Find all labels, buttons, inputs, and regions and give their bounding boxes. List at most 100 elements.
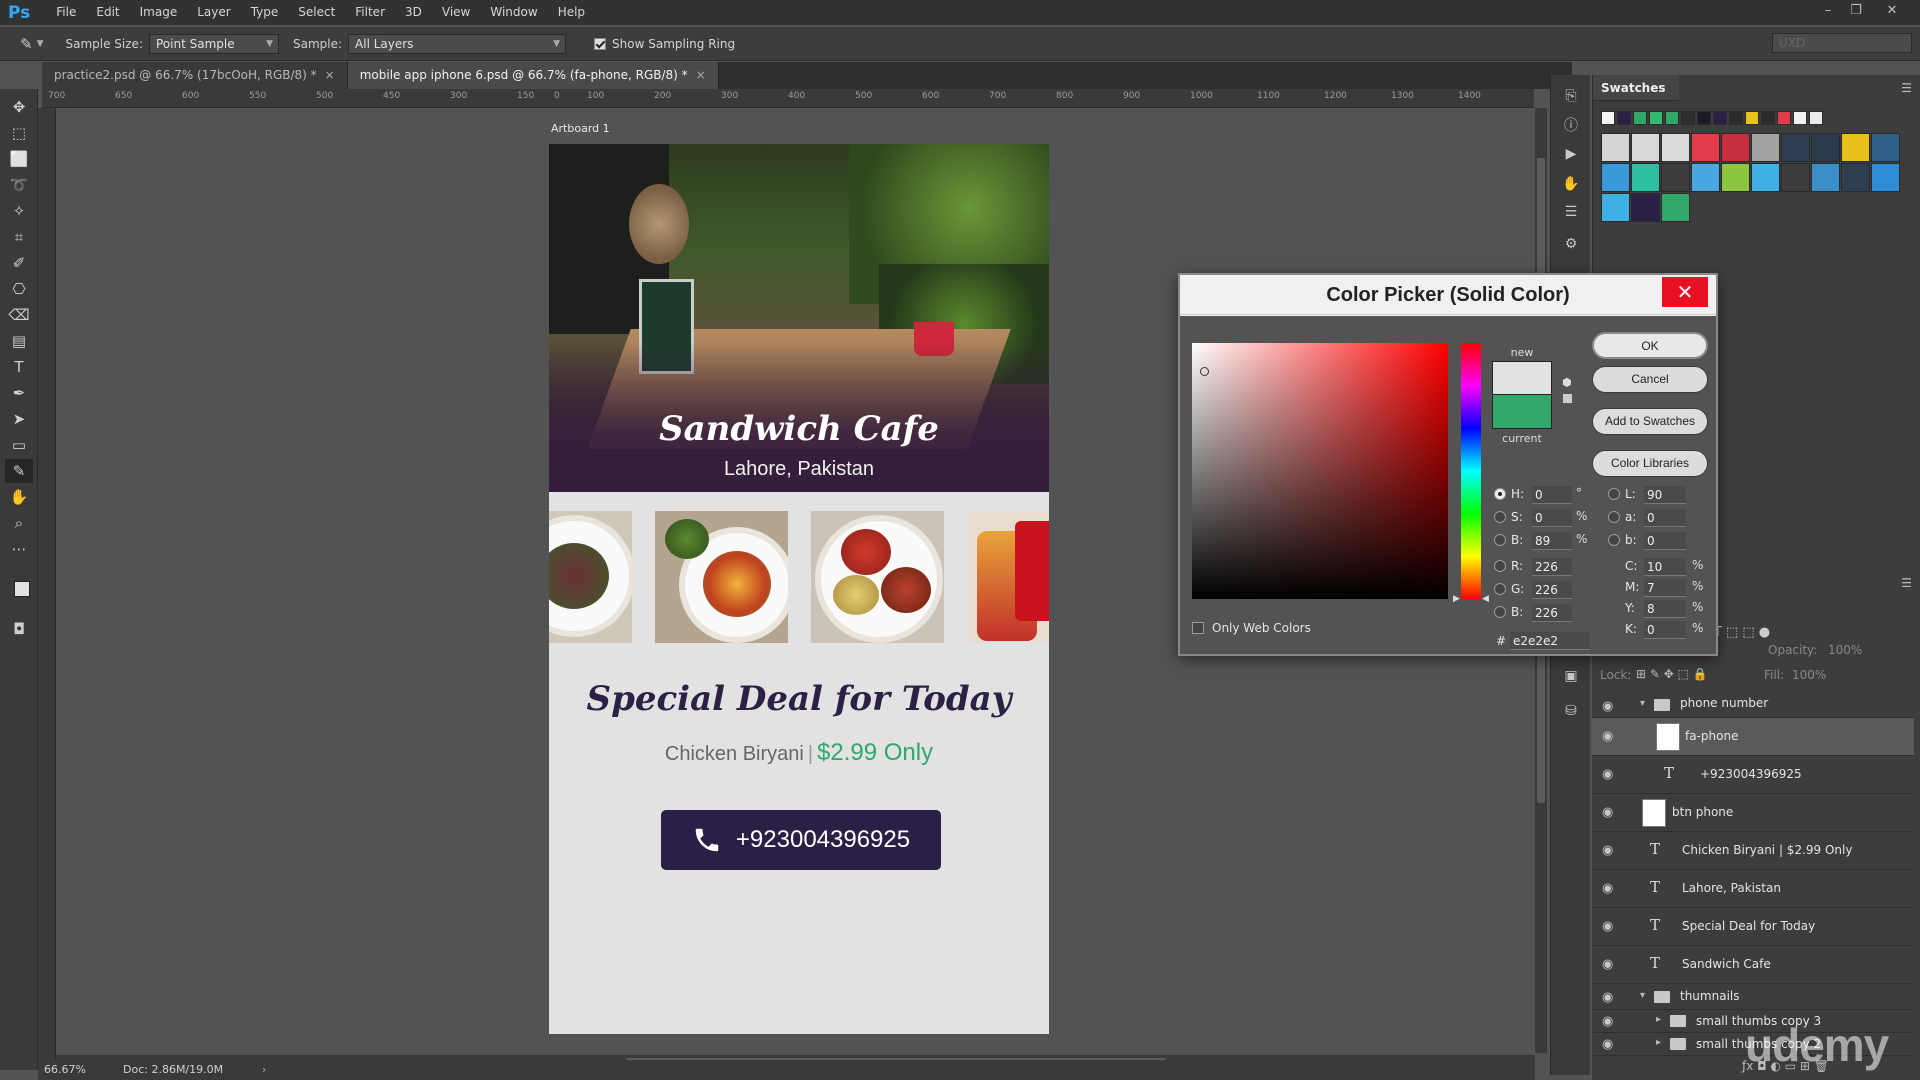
swatch[interactable] (1691, 163, 1720, 192)
swatch[interactable] (1631, 133, 1660, 162)
ok-button[interactable]: OK (1592, 332, 1708, 359)
eye-icon[interactable]: ◉ (1602, 805, 1618, 820)
menu-view[interactable]: View (432, 0, 480, 25)
b-channel-radio[interactable] (1608, 534, 1620, 546)
swatch[interactable] (1661, 193, 1690, 222)
move-tool-icon[interactable]: ✥ (5, 95, 33, 119)
red-radio[interactable] (1494, 560, 1506, 572)
menu-edit[interactable]: Edit (86, 0, 129, 25)
tab-mobile-app-iphone6[interactable]: mobile app iphone 6.psd @ 66.7% (fa-phon… (347, 62, 719, 89)
menu-file[interactable]: File (46, 0, 86, 25)
magic-wand-tool-icon[interactable]: ✧ (5, 199, 33, 223)
layer-chicken-biryani[interactable]: ◉ T Chicken Biryani | $2.99 Only (1592, 832, 1914, 870)
black-field[interactable]: 0 (1644, 621, 1686, 639)
swatch[interactable] (1729, 111, 1743, 125)
swatch[interactable] (1617, 111, 1631, 125)
swatch[interactable] (1721, 163, 1750, 192)
swatch[interactable] (1649, 111, 1663, 125)
swatch[interactable] (1661, 133, 1690, 162)
artboard[interactable]: Sandwich Cafe Lahore, Pakistan Special D… (549, 144, 1049, 1034)
color-field[interactable] (1192, 343, 1448, 599)
swatch[interactable] (1633, 111, 1647, 125)
brightness-field[interactable]: 89 (1532, 532, 1572, 550)
close-window-button[interactable]: ✕ (1878, 0, 1906, 22)
yellow-field[interactable]: 8 (1644, 600, 1686, 618)
layer-phone-number[interactable]: ◉ ▾ phone number (1592, 688, 1914, 718)
gradient-tool-icon[interactable]: ▤ (5, 329, 33, 353)
hex-field[interactable]: e2e2e2 (1510, 632, 1590, 650)
path-selection-tool-icon[interactable]: ➤ (5, 407, 33, 431)
swatch[interactable] (1809, 111, 1823, 125)
swatch[interactable] (1713, 111, 1727, 125)
hand-tool-icon[interactable]: ✋ (5, 485, 33, 509)
type-tool-icon[interactable]: T (5, 355, 33, 379)
panel-menu-icon[interactable]: ☰ (1901, 576, 1912, 590)
restore-window-button[interactable]: ❐ (1842, 0, 1870, 22)
fill-value[interactable]: 100% (1792, 668, 1826, 682)
shape-tool-icon[interactable]: ▭ (5, 433, 33, 457)
swatch[interactable] (1601, 193, 1630, 222)
libraries-icon[interactable]: ▣ (1559, 665, 1583, 687)
menu-window[interactable]: Window (480, 0, 547, 25)
add-to-swatches-button[interactable]: Add to Swatches (1592, 408, 1708, 435)
brush-presets-icon[interactable]: ✋ (1559, 173, 1583, 195)
eye-icon[interactable]: ◉ (1602, 957, 1618, 972)
a-channel-field[interactable]: 0 (1644, 509, 1686, 527)
menu-image[interactable]: Image (130, 0, 188, 25)
layer-sandwich-cafe[interactable]: ◉ T Sandwich Cafe (1592, 946, 1914, 984)
eyedropper-tool-icon[interactable]: ✎ (5, 459, 33, 483)
cyan-field[interactable]: 10 (1644, 558, 1686, 576)
info-icon[interactable]: ⓘ (1559, 115, 1583, 137)
lasso-tool-icon[interactable]: ➰ (5, 173, 33, 197)
a-channel-radio[interactable] (1608, 511, 1620, 523)
pen-tool-icon[interactable]: ✒ (5, 381, 33, 405)
actions-play-icon[interactable]: ▶ (1559, 143, 1583, 165)
channels-icon[interactable]: ⛁ (1559, 700, 1583, 722)
hue-slider-handle-left[interactable]: ▶ (1453, 594, 1460, 604)
chevron-down-icon[interactable]: ▾ (1640, 698, 1645, 709)
swatch[interactable] (1681, 111, 1695, 125)
swatch[interactable] (1601, 133, 1630, 162)
eye-icon[interactable]: ◉ (1602, 729, 1618, 744)
layer-lahore-pakistan[interactable]: ◉ T Lahore, Pakistan (1592, 870, 1914, 908)
eye-icon[interactable]: ◉ (1602, 699, 1618, 714)
blue-field[interactable]: 226 (1532, 604, 1572, 622)
swatch[interactable] (1811, 133, 1840, 162)
artboard-label[interactable]: Artboard 1 (551, 122, 610, 135)
eye-icon[interactable]: ◉ (1602, 1014, 1618, 1029)
clone-stamp-tool-icon[interactable]: ⎔ (5, 277, 33, 301)
current-color-swatch[interactable] (1492, 395, 1552, 429)
tab-practice2[interactable]: practice2.psd @ 66.7% (17bcOoH, RGB/8) *… (42, 62, 348, 89)
swatch[interactable] (1631, 193, 1660, 222)
marquee-tool-icon[interactable]: ⬜ (5, 147, 33, 171)
eye-icon[interactable]: ◉ (1602, 990, 1618, 1005)
swatch[interactable] (1781, 133, 1810, 162)
red-field[interactable]: 226 (1532, 558, 1572, 576)
tool-preset-chevron-icon[interactable]: ▼ (37, 39, 44, 49)
eye-icon[interactable]: ◉ (1602, 767, 1618, 782)
color-field-marker[interactable] (1200, 367, 1209, 376)
swatch[interactable] (1601, 111, 1615, 125)
eyedropper-tool-icon[interactable]: ✎ (20, 35, 33, 53)
zoom-tool-icon[interactable]: ⌕ (5, 511, 33, 535)
menu-select[interactable]: Select (288, 0, 345, 25)
eye-icon[interactable]: ◉ (1602, 1037, 1618, 1052)
green-radio[interactable] (1494, 583, 1506, 595)
swatch[interactable] (1871, 163, 1900, 192)
green-field[interactable]: 226 (1532, 581, 1572, 599)
b-channel-field[interactable]: 0 (1644, 532, 1686, 550)
swatch[interactable] (1871, 133, 1900, 162)
lightness-field[interactable]: 90 (1644, 486, 1686, 504)
crop-tool-icon[interactable]: ⌗ (5, 225, 33, 249)
color-libraries-button[interactable]: Color Libraries (1592, 450, 1708, 477)
out-of-gamut-cube-icon[interactable]: ⬢ (1562, 376, 1572, 389)
saturation-radio[interactable] (1494, 511, 1506, 523)
menu-3d[interactable]: 3D (395, 0, 432, 25)
swatch[interactable] (1601, 163, 1630, 192)
cancel-button[interactable]: Cancel (1592, 366, 1708, 393)
web-safe-swatch[interactable] (1562, 393, 1573, 404)
menu-type[interactable]: Type (241, 0, 289, 25)
swatch[interactable] (1841, 163, 1870, 192)
swatch[interactable] (1751, 133, 1780, 162)
eraser-tool-icon[interactable]: ⌫ (5, 303, 33, 327)
